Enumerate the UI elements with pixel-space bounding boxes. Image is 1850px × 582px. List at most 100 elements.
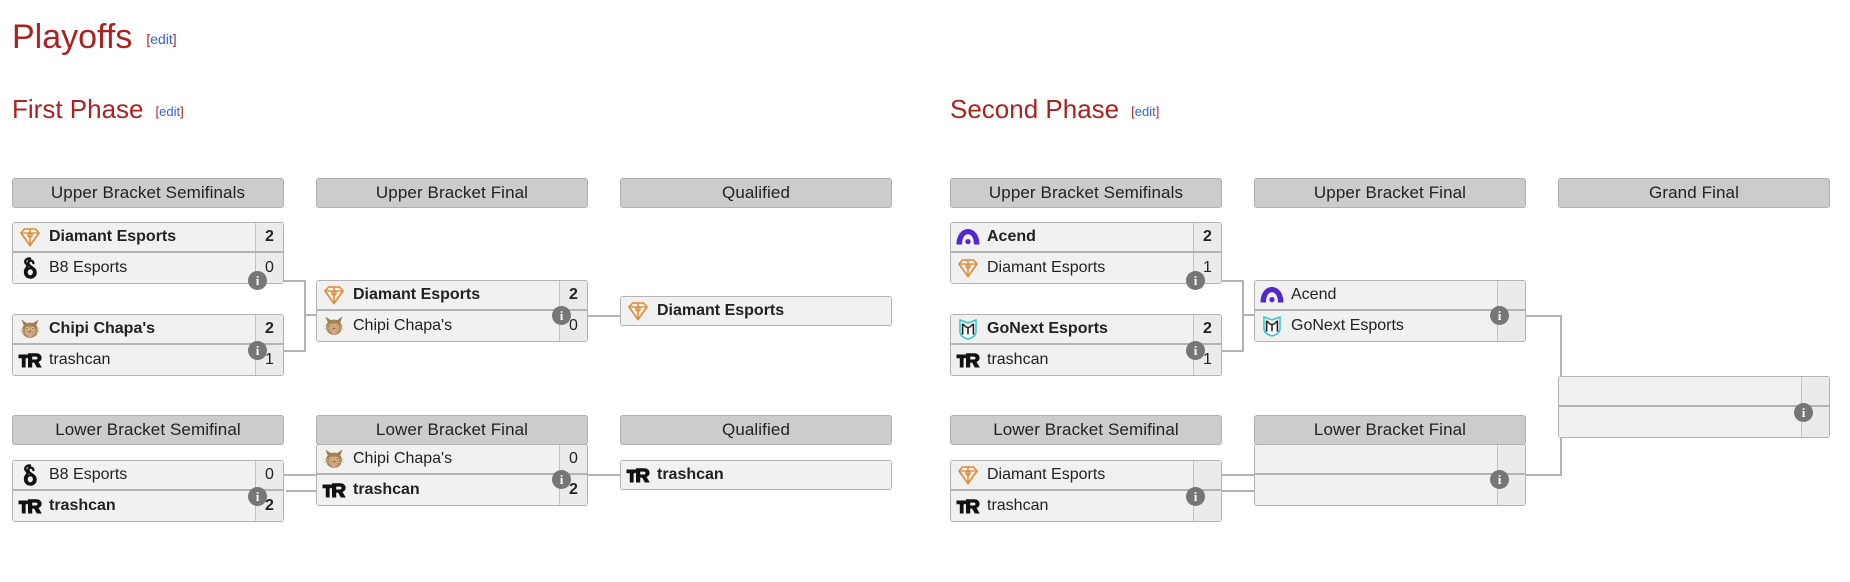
team-name: Diamant Esports	[657, 302, 785, 319]
connector	[1526, 474, 1562, 476]
match-info-icon[interactable]: i	[1186, 487, 1205, 506]
match-row-top[interactable]: Acend 2	[951, 223, 1221, 253]
opponent-qualified: trashcan	[621, 461, 891, 489]
team-name: trashcan	[987, 497, 1049, 514]
team-logo	[1259, 446, 1285, 472]
first-phase-edit-link[interactable]: [edit]	[156, 104, 184, 119]
match-row-bottom[interactable]: trashcan 1	[13, 345, 283, 375]
match-row-top[interactable]	[1255, 445, 1525, 475]
match-row-bottom[interactable]: GoNext Esports	[1255, 311, 1525, 341]
match-row-bottom[interactable]: B8 Esports 0	[13, 253, 283, 283]
match-info-icon[interactable]: i	[248, 271, 267, 290]
match-info-icon[interactable]: i	[1490, 470, 1509, 489]
team-score	[1801, 377, 1829, 405]
match-row-top[interactable]: Chipi Chapa's 2	[13, 315, 283, 345]
b8-logo	[17, 462, 43, 488]
team-name: trashcan	[657, 466, 724, 483]
team-score: 2	[1193, 223, 1221, 251]
match-info-icon[interactable]: i	[1186, 271, 1205, 290]
trashcan-logo	[18, 499, 42, 514]
match-info-icon[interactable]: i	[248, 487, 267, 506]
diamant-logo	[957, 466, 979, 485]
match-info-icon[interactable]: i	[552, 306, 571, 325]
match-row-bottom[interactable]: trashcan 2	[13, 491, 283, 521]
trashcan-logo	[955, 493, 981, 519]
match-row-bottom[interactable]: Diamant Esports 1	[951, 253, 1221, 283]
match-row-top[interactable]: Diamant Esports 2	[13, 223, 283, 253]
match-row-top[interactable]: trashcan	[621, 461, 891, 489]
opponent-bottom: trashcan	[13, 491, 255, 521]
opponent-qualified: Diamant Esports	[621, 297, 891, 325]
match-info-icon[interactable]: i	[1490, 306, 1509, 325]
trashcan-logo	[18, 353, 42, 368]
match-row-bottom[interactable]: trashcan 2	[317, 475, 587, 505]
trashcan-logo	[625, 462, 651, 488]
opponent-top: Diamant Esports	[13, 223, 255, 251]
match-row-top[interactable]: Acend	[1255, 281, 1525, 311]
match-p2-ubsf-2[interactable]: GoNext Esports 2 trashcan 1	[950, 314, 1222, 376]
chipi-logo	[17, 316, 43, 342]
round-header-p1-qualified-top: Qualified	[620, 178, 892, 208]
qualified-box-p1-top[interactable]: Diamant Esports	[620, 296, 892, 326]
match-row-top[interactable]	[1559, 377, 1829, 407]
match-info-icon[interactable]: i	[1186, 341, 1205, 360]
section-title-second-phase: Second Phase [edit]	[950, 96, 1159, 122]
opponent-bottom	[1559, 407, 1801, 437]
match-p1-lbsf[interactable]: B8 Esports 0 trashcan 2	[12, 460, 284, 522]
round-header-p1-qualified-bottom: Qualified	[620, 415, 892, 445]
opponent-bottom	[1255, 475, 1497, 505]
match-p2-ubsf-1[interactable]: Acend 2 Diamant Esports 1	[950, 222, 1222, 284]
round-header-p2-lbsf: Lower Bracket Semifinal	[950, 415, 1222, 445]
match-row-top[interactable]: GoNext Esports 2	[951, 315, 1221, 345]
team-name: trashcan	[353, 481, 420, 498]
trashcan-logo	[626, 468, 650, 483]
match-info-icon[interactable]: i	[1794, 403, 1813, 422]
match-p1-ubf[interactable]: Diamant Esports 2 Chipi Chapa's 0	[316, 280, 588, 342]
connector	[1242, 280, 1244, 316]
opponent-top: Chipi Chapa's	[317, 445, 559, 473]
match-info-icon[interactable]: i	[248, 341, 267, 360]
page-title: Playoffs [edit]	[12, 20, 177, 54]
second-phase-edit-link[interactable]: [edit]	[1131, 104, 1159, 119]
match-row-top[interactable]: B8 Esports 0	[13, 461, 283, 491]
acend-logo	[1259, 282, 1285, 308]
gonext-logo	[1263, 315, 1281, 337]
b8-logo	[23, 464, 37, 486]
match-row-bottom[interactable]	[1255, 475, 1525, 505]
match-p1-lbf[interactable]: Chipi Chapa's 0 trashcan 2	[316, 444, 588, 506]
b8-logo	[17, 255, 43, 281]
chipi-logo	[19, 319, 41, 338]
opponent-bottom: B8 Esports	[13, 253, 255, 283]
chipi-logo	[323, 449, 345, 468]
connector	[1222, 474, 1256, 476]
page-title-edit-link[interactable]: [edit]	[146, 31, 176, 47]
match-row-top[interactable]: Diamant Esports	[621, 297, 891, 325]
team-name: B8 Esports	[49, 259, 128, 276]
match-row-bottom[interactable]: trashcan 1	[951, 345, 1221, 375]
qualified-box-p1-bottom[interactable]: trashcan	[620, 460, 892, 490]
match-row-top[interactable]: Chipi Chapa's 0	[317, 445, 587, 475]
connector	[286, 490, 318, 492]
match-row-top[interactable]: Diamant Esports 2	[317, 281, 587, 311]
match-p2-lbf[interactable]	[1254, 444, 1526, 506]
match-p2-lbsf[interactable]: Diamant Esports trashcan	[950, 460, 1222, 522]
match-row-bottom[interactable]: trashcan	[951, 491, 1221, 521]
chipi-logo	[321, 446, 347, 472]
round-header-p1-lbf: Lower Bracket Final	[316, 415, 588, 445]
match-p1-ubsf-1[interactable]: Diamant Esports 2 B8 Esports 0	[12, 222, 284, 284]
team-name: GoNext Esports	[1291, 317, 1404, 334]
match-p2-ubf[interactable]: Acend GoNext Esports	[1254, 280, 1526, 342]
connector	[1222, 280, 1244, 282]
connector	[1242, 314, 1244, 352]
match-row-top[interactable]: Diamant Esports	[951, 461, 1221, 491]
match-info-icon[interactable]: i	[552, 470, 571, 489]
opponent-bottom: Diamant Esports	[951, 253, 1193, 283]
match-p2-grand-final[interactable]	[1558, 376, 1830, 438]
match-row-bottom[interactable]: Chipi Chapa's 0	[317, 311, 587, 341]
trashcan-logo	[955, 347, 981, 373]
match-row-bottom[interactable]	[1559, 407, 1829, 437]
opponent-top	[1559, 377, 1801, 405]
match-p1-ubsf-2[interactable]: Chipi Chapa's 2 trashcan 1	[12, 314, 284, 376]
opponent-top: Diamant Esports	[317, 281, 559, 309]
team-name: Acend	[987, 228, 1036, 245]
